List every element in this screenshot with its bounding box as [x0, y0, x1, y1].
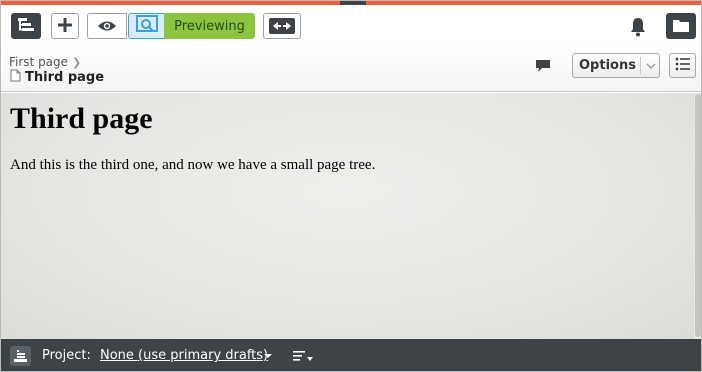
list-icon	[675, 56, 690, 75]
content-body: And this is the third one, and now we ha…	[10, 157, 376, 173]
compare-button[interactable]	[263, 13, 301, 39]
app-window: Previewing First page ❯ Third page Optio…	[0, 0, 702, 372]
view-on-website-button[interactable]	[87, 13, 127, 39]
breadcrumb: First page ❯	[9, 55, 81, 69]
caret-down-icon[interactable]	[264, 354, 272, 358]
context-bar: First page ❯ Third page Options	[1, 45, 701, 92]
content-heading: Third page	[10, 102, 153, 135]
folder-icon	[673, 17, 689, 36]
preview-mode-button[interactable]	[128, 13, 164, 39]
page-list-button[interactable]	[669, 53, 696, 78]
previewing-label[interactable]: Previewing	[164, 13, 255, 39]
preview-icon	[135, 15, 158, 37]
eye-icon	[97, 17, 117, 36]
breadcrumb-parent-link[interactable]: First page	[9, 55, 68, 69]
breadcrumb-current: Third page	[10, 69, 104, 86]
compare-icon	[269, 18, 295, 34]
notifications-button[interactable]	[629, 17, 647, 41]
page-tree-icon	[18, 17, 34, 36]
preview-toggle[interactable]: Previewing	[128, 13, 255, 39]
options-label: Options	[579, 58, 636, 73]
page-tree-button[interactable]	[11, 13, 41, 39]
project-label: Project:	[42, 348, 91, 363]
add-icon	[58, 17, 72, 36]
chevron-down-icon	[646, 58, 656, 73]
bell-icon	[629, 18, 647, 41]
add-button[interactable]	[51, 13, 79, 39]
menu-lines-icon	[293, 350, 305, 365]
global-toolbar: Previewing	[1, 5, 701, 45]
assets-button[interactable]	[666, 13, 696, 39]
comment-icon[interactable]	[536, 58, 550, 77]
options-button[interactable]: Options	[572, 53, 660, 78]
project-selector[interactable]: None (use primary drafts)	[100, 348, 268, 363]
project-menu-button[interactable]	[293, 350, 313, 365]
page-title: Third page	[25, 70, 105, 85]
project-icon[interactable]	[10, 346, 31, 366]
project-bar: Project: None (use primary drafts)	[1, 339, 701, 371]
page-icon	[10, 69, 21, 86]
caret-down-icon	[307, 350, 313, 365]
chevron-right-icon: ❯	[72, 55, 82, 69]
scrollbar-thumb[interactable]	[695, 94, 701, 337]
page-preview: Third page And this is the third one, an…	[1, 93, 694, 339]
